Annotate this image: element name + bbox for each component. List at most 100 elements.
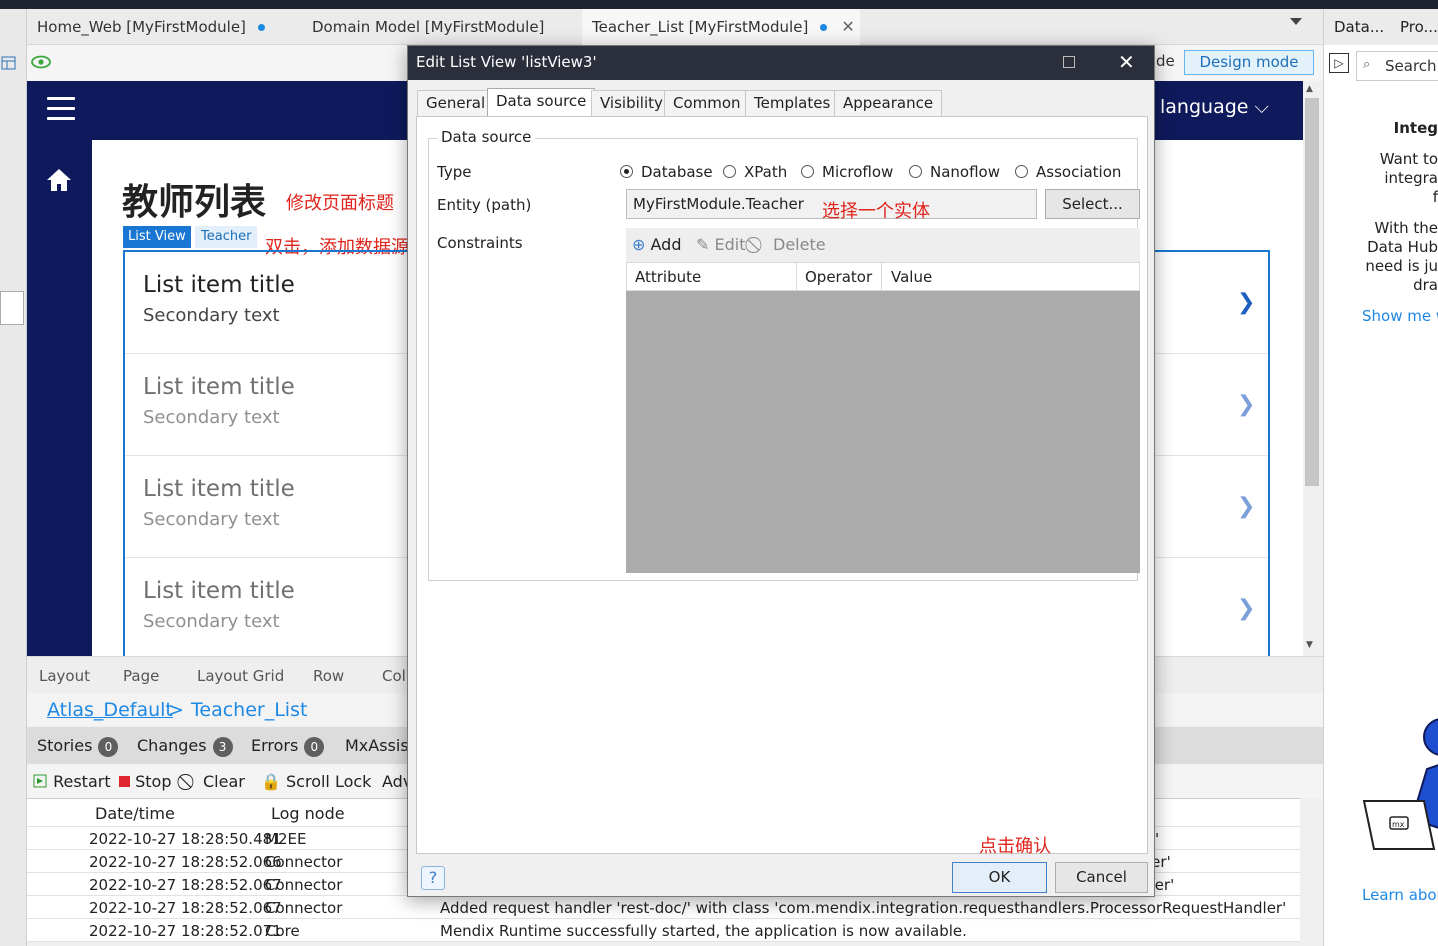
log-header-cell[interactable]: Date/time bbox=[95, 804, 175, 823]
page-title[interactable]: 教师列表 bbox=[122, 173, 266, 225]
tab-changes[interactable]: Changes 3 bbox=[137, 736, 233, 757]
radio-xpath[interactable]: XPath bbox=[723, 163, 787, 181]
column-attribute[interactable]: Attribute bbox=[635, 268, 701, 286]
language-selector[interactable]: language ⌵ bbox=[1160, 96, 1269, 118]
tab-appearance[interactable]: Appearance bbox=[834, 90, 943, 116]
cancel-button[interactable]: Cancel bbox=[1055, 862, 1148, 893]
learn-about-link[interactable]: Learn abou bbox=[1362, 886, 1438, 904]
tab-mxassist[interactable]: MxAssist bbox=[345, 736, 415, 755]
entity-tag[interactable]: Teacher bbox=[195, 226, 258, 248]
close-icon[interactable]: ✕ bbox=[1118, 50, 1135, 74]
ok-button[interactable]: OK bbox=[952, 862, 1047, 893]
listview-tag[interactable]: List View bbox=[123, 226, 191, 248]
delete-constraint-button[interactable]: ⃠Delete bbox=[757, 235, 826, 255]
layout-link[interactable]: Atlas_Default bbox=[47, 699, 173, 721]
list-item-secondary: Secondary text bbox=[143, 611, 280, 632]
log-scrollbar[interactable] bbox=[1300, 798, 1320, 942]
tab-common[interactable]: Common bbox=[664, 90, 750, 116]
restart-button[interactable]: Restart bbox=[33, 772, 111, 791]
scroll-up-icon[interactable]: ▲ bbox=[1306, 84, 1313, 94]
language-label: language bbox=[1160, 96, 1249, 118]
preview-eye-icon[interactable] bbox=[31, 54, 51, 70]
log-message: Mendix Runtime successfully started, the… bbox=[440, 922, 967, 940]
home-icon[interactable] bbox=[45, 166, 73, 194]
design-mode-button[interactable]: Design mode bbox=[1184, 50, 1314, 75]
count-badge: 0 bbox=[304, 737, 325, 757]
doc-tab-domain-model[interactable]: Domain Model [MyFirstModule] bbox=[302, 9, 554, 45]
table-row[interactable]: 2022-10-27 18:28:52.067 Connector Added re… bbox=[27, 896, 1300, 919]
radio-association[interactable]: Association bbox=[1015, 163, 1121, 181]
radio-circle bbox=[1015, 165, 1028, 178]
tab-data-hub[interactable]: Data... bbox=[1334, 18, 1384, 36]
show-me-link[interactable]: Show me w bbox=[1362, 307, 1438, 325]
list-item-title: List item title bbox=[143, 374, 295, 400]
add-label: Add bbox=[650, 235, 682, 254]
select-entity-button[interactable]: Select... bbox=[1045, 189, 1140, 219]
tab-stories[interactable]: Stories 0 bbox=[37, 736, 119, 757]
canvas-scrollbar-thumb[interactable] bbox=[1305, 98, 1319, 486]
radio-nanoflow[interactable]: Nanoflow bbox=[909, 163, 1000, 181]
datahub-text: Data Hub bbox=[1367, 238, 1438, 256]
log-time: 2022-10-27 18:28:52.067 bbox=[89, 876, 282, 894]
doc-tab-label: Teacher_List [MyFirstModule] bbox=[592, 18, 809, 36]
breadcrumb-item[interactable]: Row bbox=[313, 667, 344, 685]
doc-tab-teacher-list[interactable]: Teacher_List [MyFirstModule] ✕ bbox=[582, 9, 860, 45]
chevron-right-icon: ❯ bbox=[1237, 392, 1256, 417]
page-link[interactable]: Teacher_List bbox=[191, 699, 307, 721]
add-constraint-button[interactable]: ⊕ Add bbox=[632, 235, 681, 254]
edit-constraint-button[interactable]: ✎ Edit bbox=[696, 235, 745, 254]
left-collapsed-panel[interactable] bbox=[0, 291, 24, 325]
structure-mode-button[interactable]: de bbox=[1150, 50, 1184, 75]
tab-templates[interactable]: Templates bbox=[745, 90, 840, 116]
group-title: Data source bbox=[437, 128, 536, 146]
toolbox-icon[interactable] bbox=[1, 55, 17, 71]
close-tab-icon[interactable]: ✕ bbox=[841, 9, 854, 45]
breadcrumb-item[interactable]: Page bbox=[123, 667, 159, 685]
datahub-text: With the bbox=[1374, 219, 1438, 237]
radio-database[interactable]: Database bbox=[620, 163, 713, 181]
tab-overflow-dropdown-icon[interactable] bbox=[1290, 18, 1302, 25]
log-message: Added request handler 'rest-doc/' with c… bbox=[440, 899, 1287, 917]
radio-circle bbox=[620, 165, 633, 178]
plus-circle-icon: ⊕ bbox=[632, 235, 646, 254]
datahub-text: integra bbox=[1384, 169, 1438, 187]
search-placeholder: Search... bbox=[1385, 57, 1438, 75]
tab-errors[interactable]: Errors 0 bbox=[251, 736, 325, 757]
scroll-down-icon[interactable]: ▼ bbox=[1306, 640, 1313, 650]
tab-visibility[interactable]: Visibility bbox=[591, 90, 672, 116]
tab-label: Stories bbox=[37, 736, 93, 755]
dialog-title-bar[interactable]: Edit List View 'listView3' ✕ bbox=[408, 46, 1154, 80]
search-input[interactable]: ⌕ Search... bbox=[1356, 51, 1438, 81]
count-badge: 3 bbox=[212, 737, 233, 757]
help-icon[interactable]: ? bbox=[421, 866, 445, 890]
log-time: 2022-10-27 18:28:52.066 bbox=[89, 853, 282, 871]
column-operator[interactable]: Operator bbox=[805, 268, 872, 286]
hamburger-menu-icon[interactable] bbox=[47, 97, 75, 121]
table-row[interactable]: 2022-10-27 18:28:52.071 Core Mendix Runtim… bbox=[27, 919, 1300, 942]
left-dock-strip bbox=[0, 9, 27, 946]
radio-microflow[interactable]: Microflow bbox=[801, 163, 893, 181]
stop-button[interactable]: Stop bbox=[119, 772, 171, 791]
breadcrumb-item[interactable]: Col bbox=[382, 667, 406, 685]
scroll-lock-button[interactable]: 🔒 Scroll Lock bbox=[261, 772, 371, 791]
doc-tab-home-web[interactable]: Home_Web [MyFirstModule] bbox=[27, 9, 275, 45]
breadcrumb-item[interactable]: Layout bbox=[39, 667, 90, 685]
column-divider bbox=[881, 263, 882, 290]
tab-data-source[interactable]: Data source bbox=[487, 88, 596, 117]
radio-circle bbox=[801, 165, 814, 178]
chevron-down-icon: ⌵ bbox=[1254, 96, 1269, 118]
datahub-text: need is ju bbox=[1365, 257, 1438, 275]
maximize-icon[interactable] bbox=[1063, 56, 1075, 68]
constraints-list[interactable] bbox=[626, 291, 1140, 573]
annotation-edit-title: 修改页面标题 bbox=[286, 193, 394, 214]
breadcrumb-item[interactable]: Layout Grid bbox=[197, 667, 284, 685]
collapse-panel-icon[interactable]: ▷ bbox=[1329, 53, 1349, 73]
log-message: ' bbox=[1155, 830, 1160, 848]
log-header-cell[interactable]: Log node bbox=[271, 804, 345, 823]
tab-general[interactable]: General bbox=[417, 90, 495, 116]
tab-label: Errors bbox=[251, 736, 299, 755]
column-value[interactable]: Value bbox=[891, 268, 932, 286]
tab-properties[interactable]: Pro... bbox=[1400, 18, 1438, 36]
clear-button[interactable]: ⃠Clear bbox=[189, 772, 245, 792]
stop-label: Stop bbox=[135, 772, 172, 791]
